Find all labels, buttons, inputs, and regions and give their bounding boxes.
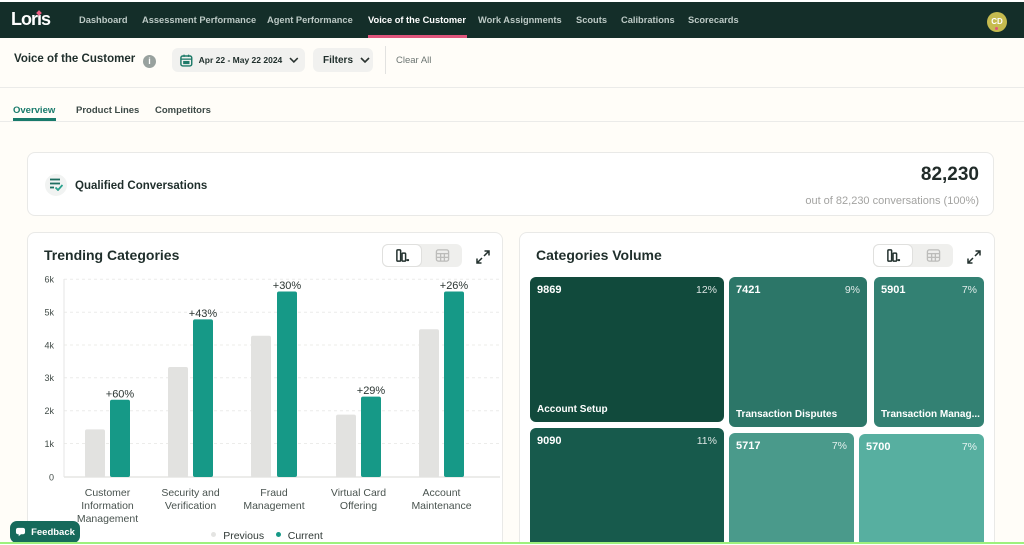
svg-text:3k: 3k [44, 373, 54, 383]
svg-text:5k: 5k [44, 308, 54, 318]
svg-text:+30%: +30% [273, 280, 302, 292]
svg-text:2k: 2k [44, 406, 54, 416]
svg-text:4k: 4k [44, 340, 54, 350]
svg-text:+26%: +26% [440, 280, 469, 292]
svg-text:6k: 6k [44, 275, 54, 285]
svg-text:+29%: +29% [357, 385, 386, 397]
svg-text:1k: 1k [44, 439, 54, 449]
svg-text:+60%: +60% [106, 388, 135, 400]
svg-text:0: 0 [49, 473, 54, 483]
svg-text:+43%: +43% [189, 308, 218, 320]
